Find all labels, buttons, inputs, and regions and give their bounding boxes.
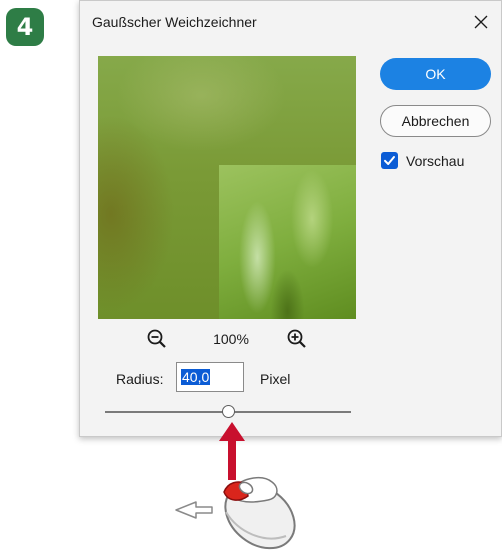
preview-image[interactable] xyxy=(98,56,356,319)
checkmark-icon xyxy=(384,156,395,165)
zoom-in-button[interactable] xyxy=(286,328,308,350)
zoom-in-icon xyxy=(287,329,306,348)
zoom-level: 100% xyxy=(213,331,249,347)
dialog-titlebar: Gaußscher Weichzeichner xyxy=(80,1,501,43)
zoom-controls: 100% xyxy=(146,327,316,351)
zoom-out-icon xyxy=(147,329,166,348)
ok-button[interactable]: OK xyxy=(380,58,491,90)
close-button[interactable] xyxy=(467,8,495,36)
cancel-button[interactable]: Abbrechen xyxy=(380,105,491,137)
preview-unblurred-area xyxy=(219,165,356,319)
radius-input[interactable]: 40,0 xyxy=(176,362,244,392)
preview-checkbox-label: Vorschau xyxy=(406,153,465,169)
cancel-button-label: Abbrechen xyxy=(401,113,470,129)
radius-slider-thumb[interactable] xyxy=(221,405,235,418)
mouse-drag-left-icon xyxy=(175,476,296,550)
radius-unit: Pixel xyxy=(260,371,291,387)
zoom-out-button[interactable] xyxy=(146,328,168,350)
preview-checkbox[interactable] xyxy=(381,152,398,169)
close-icon xyxy=(474,15,488,29)
dialog-title: Gaußscher Weichzeichner xyxy=(92,14,257,30)
radius-input-value: 40,0 xyxy=(181,369,211,385)
step-number-badge: 4 xyxy=(6,8,44,46)
gaussian-blur-dialog: Gaußscher Weichzeichner 100% Radius: 40,… xyxy=(79,0,502,437)
radius-label: Radius: xyxy=(116,371,164,387)
step-number: 4 xyxy=(16,13,34,41)
ok-button-label: OK xyxy=(425,66,446,82)
